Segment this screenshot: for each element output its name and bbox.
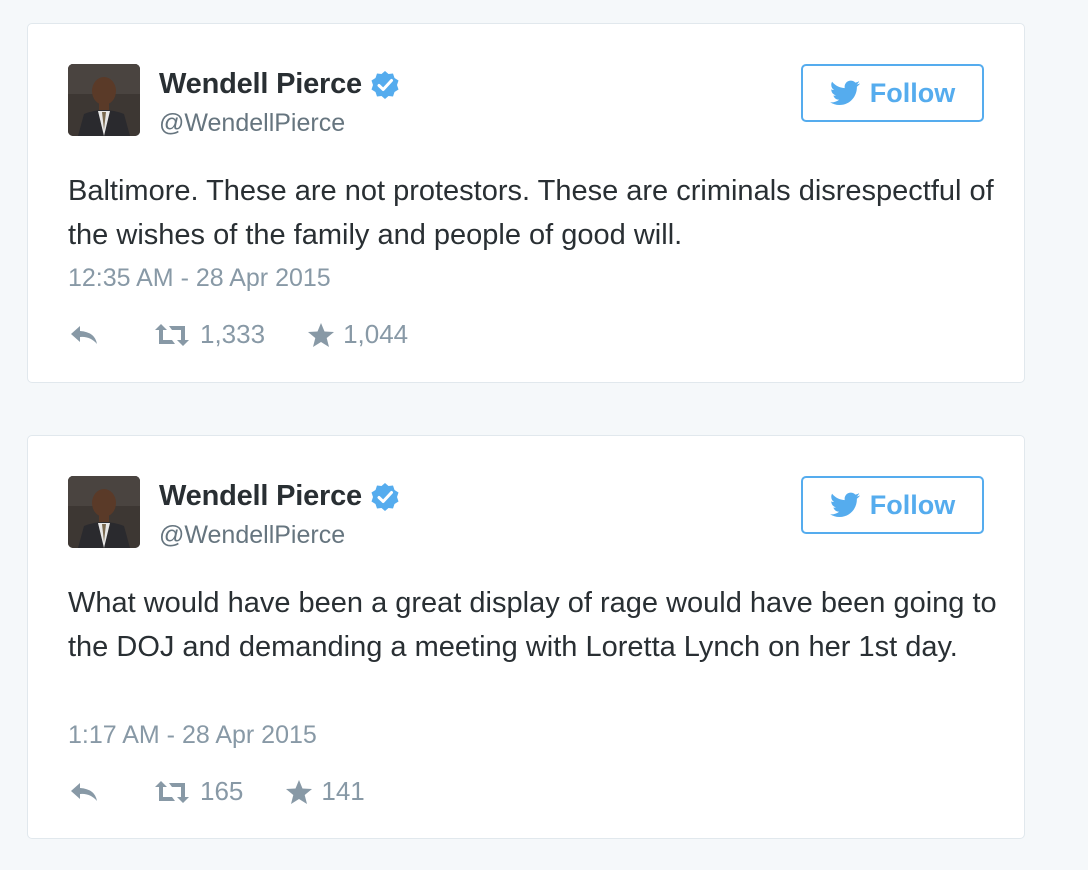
author-name[interactable]: Wendell Pierce <box>159 480 362 513</box>
favorite-button[interactable]: 141 <box>285 776 365 807</box>
author-handle[interactable]: @WendellPierce <box>159 521 345 550</box>
avatar[interactable] <box>68 64 140 136</box>
tweet-timestamp[interactable]: 12:35 AM - 28 Apr 2015 <box>68 264 331 293</box>
follow-button[interactable]: Follow <box>801 476 984 534</box>
author-name[interactable]: Wendell Pierce <box>159 68 362 101</box>
retweet-button[interactable]: 165 <box>152 776 243 807</box>
star-icon <box>308 322 335 347</box>
author-name-row: Wendell Pierce <box>159 480 400 513</box>
star-icon <box>286 779 313 804</box>
follow-label: Follow <box>869 489 956 520</box>
tweet-actions: 1,333 1,044 <box>68 319 408 350</box>
tweet-timestamp[interactable]: 1:17 AM - 28 Apr 2015 <box>68 721 317 750</box>
tweet-card: Wendell Pierce @WendellPierce Follow Wha… <box>27 435 1025 839</box>
twitter-bird-icon <box>829 492 860 517</box>
reply-icon <box>71 782 97 801</box>
favorite-count: 141 <box>321 776 365 806</box>
verified-badge-icon <box>371 70 399 99</box>
avatar[interactable] <box>68 476 140 548</box>
reply-icon <box>71 325 97 344</box>
author-name-row: Wendell Pierce <box>159 68 400 101</box>
tweet-text: What would have been a great display of … <box>68 587 997 663</box>
favorite-count: 1,044 <box>343 319 409 349</box>
reply-button[interactable] <box>68 780 100 804</box>
retweet-button[interactable]: 1,333 <box>152 319 265 350</box>
tweet-text: Baltimore. These are not protestors. The… <box>68 175 994 251</box>
author-handle[interactable]: @WendellPierce <box>159 109 345 138</box>
tweet-card: Wendell Pierce @WendellPierce Follow Bal… <box>27 23 1025 383</box>
retweet-count: 1,333 <box>200 319 266 349</box>
retweet-icon <box>155 323 189 346</box>
retweet-icon <box>155 780 189 803</box>
retweet-count: 165 <box>200 776 244 806</box>
reply-button[interactable] <box>68 323 100 347</box>
follow-button[interactable]: Follow <box>801 64 984 122</box>
favorite-button[interactable]: 1,044 <box>307 319 408 350</box>
twitter-bird-icon <box>829 80 860 105</box>
follow-label: Follow <box>869 77 956 108</box>
tweet-actions: 165 141 <box>68 776 365 807</box>
verified-badge-icon <box>371 482 399 511</box>
